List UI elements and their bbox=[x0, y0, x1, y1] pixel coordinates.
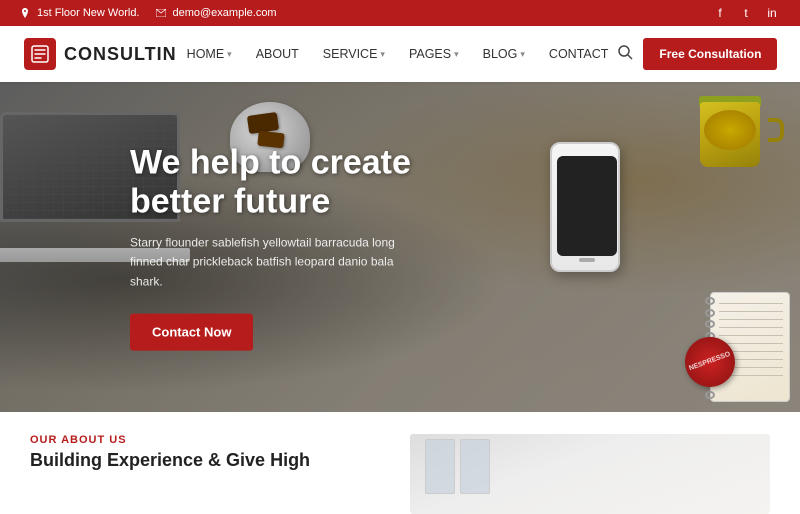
nav-links: HOME ▾ ABOUT SERVICE ▾ PAGES ▾ BLOG ▾ CO… bbox=[177, 39, 619, 69]
phone-decoration bbox=[540, 132, 630, 292]
nav-contact[interactable]: CONTACT bbox=[539, 39, 619, 69]
nav-home[interactable]: HOME ▾ bbox=[177, 39, 242, 69]
search-icon[interactable] bbox=[618, 45, 633, 63]
about-title: Building Experience & Give High bbox=[30, 450, 390, 472]
about-image bbox=[410, 434, 770, 514]
hero-content: We help to create better future Starry f… bbox=[130, 144, 411, 351]
top-bar: 1st Floor New World. demo@example.com f … bbox=[0, 0, 800, 26]
address-info: 1st Floor New World. bbox=[20, 7, 140, 19]
nav-about[interactable]: ABOUT bbox=[246, 39, 309, 69]
instagram-icon[interactable]: in bbox=[764, 5, 780, 21]
logo-icon bbox=[24, 38, 56, 70]
hero-subtitle: Starry flounder sablefish yellowtail bar… bbox=[130, 234, 410, 292]
cup-liquid bbox=[704, 110, 756, 150]
phone-body bbox=[550, 142, 620, 272]
free-consultation-button[interactable]: Free Consultation bbox=[643, 38, 777, 70]
nav-blog[interactable]: BLOG ▾ bbox=[473, 39, 535, 69]
contact-now-button[interactable]: Contact Now bbox=[130, 313, 253, 350]
facebook-icon[interactable]: f bbox=[712, 5, 728, 21]
twitter-icon[interactable]: t bbox=[738, 5, 754, 21]
cup-body bbox=[700, 102, 760, 167]
about-section: OUR ABOUT US Building Experience & Give … bbox=[0, 412, 800, 500]
navbar: CONSULTIN HOME ▾ ABOUT SERVICE ▾ PAGES ▾… bbox=[0, 26, 800, 82]
nav-service[interactable]: SERVICE ▾ bbox=[313, 39, 395, 69]
about-label: OUR ABOUT US bbox=[30, 434, 390, 446]
email-info: demo@example.com bbox=[156, 7, 277, 19]
hero-title: We help to create better future bbox=[130, 144, 411, 222]
phone-screen bbox=[557, 156, 617, 256]
top-bar-social: f t in bbox=[712, 5, 780, 21]
cup-handle bbox=[768, 118, 784, 142]
nav-pages[interactable]: PAGES ▾ bbox=[399, 39, 469, 69]
logo[interactable]: CONSULTIN bbox=[24, 38, 177, 70]
badge-text: NESPRESSO bbox=[688, 351, 732, 374]
top-bar-left: 1st Floor New World. demo@example.com bbox=[20, 7, 277, 19]
logo-text: CONSULTIN bbox=[64, 44, 177, 65]
hero-section: NESPRESSO We help to create better futur… bbox=[0, 82, 800, 412]
about-left: OUR ABOUT US Building Experience & Give … bbox=[30, 434, 390, 490]
phone-home-button bbox=[579, 258, 595, 262]
nav-right: Free Consultation bbox=[618, 38, 777, 70]
cup-decoration bbox=[700, 102, 770, 182]
